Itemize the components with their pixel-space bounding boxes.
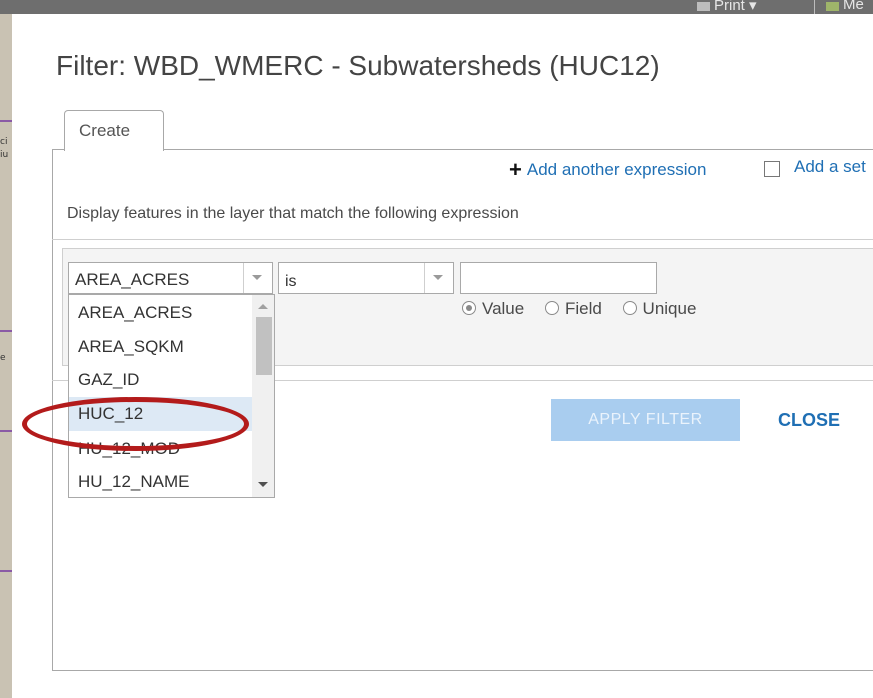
radio-unique[interactable]: Unique [622,299,697,319]
radio-value[interactable]: Value [462,299,524,319]
field-dropdown-list: AREA_ACRES AREA_SQKM GAZ_ID HUC_12 HU_12… [68,294,275,498]
map-label-fragment: e [0,353,6,363]
dropdown-option[interactable]: GAZ_ID [69,363,253,397]
print-menu[interactable]: Print ▾ [714,0,757,14]
add-expression-label: Add another expression [526,160,707,179]
apply-filter-button[interactable]: APPLY FILTER [551,399,740,441]
map-background: ci iu e [0,0,12,698]
dropdown-option[interactable]: HU_12_MOD [69,432,253,466]
add-set-label: Add a set [794,157,866,176]
scroll-up-icon[interactable] [258,304,268,309]
radio-unchecked-icon [622,301,637,315]
add-set-checkbox[interactable] [764,161,780,177]
tab-create[interactable]: Create [64,110,164,151]
measure-icon[interactable] [826,2,839,11]
field-select-value: AREA_ACRES [75,270,190,289]
map-boundary-line [0,330,12,332]
measure-menu[interactable]: Me [843,0,864,13]
map-label-fragment: ci [0,137,8,147]
printer-icon[interactable] [697,2,710,11]
add-expression-link[interactable]: + Add another expression [509,157,706,183]
chevron-down-icon [433,275,443,280]
map-label-fragment: iu [0,150,9,160]
radio-field[interactable]: Field [544,299,602,319]
divider [52,239,873,240]
field-select-caret[interactable] [243,263,272,293]
map-boundary-line [0,120,12,122]
filter-dialog: Filter: WBD_WMERC - Subwatersheds (HUC12… [12,14,873,698]
value-type-radios: Value Field Unique [462,299,712,319]
field-select[interactable]: AREA_ACRES [68,262,273,294]
scrollbar-thumb[interactable] [256,317,272,375]
operator-select-value: is [285,273,297,290]
dropdown-option-highlighted[interactable]: HUC_12 [69,397,253,431]
app-toolbar: Print ▾ Me [0,0,873,14]
operator-select-caret[interactable] [424,263,453,293]
chevron-down-icon [252,275,262,280]
radio-unique-label: Unique [642,299,697,318]
value-input[interactable] [460,262,657,294]
dropdown-option[interactable]: AREA_ACRES [69,296,253,330]
close-button[interactable]: CLOSE [778,410,840,431]
dropdown-option[interactable]: AREA_SQKM [69,330,253,364]
scroll-down-icon[interactable] [258,482,268,487]
radio-unchecked-icon [544,301,559,315]
map-boundary-line [0,430,12,432]
instruction-text: Display features in the layer that match… [67,205,519,222]
dropdown-option[interactable]: HU_12_NAME [69,465,253,497]
radio-checked-icon [462,301,476,315]
dialog-title: Filter: WBD_WMERC - Subwatersheds (HUC12… [56,50,660,81]
operator-select[interactable]: is [278,262,454,294]
dropdown-scrollbar[interactable] [252,295,274,497]
map-boundary-line [0,570,12,572]
toolbar-divider [814,0,815,14]
radio-value-label: Value [482,299,525,318]
plus-icon: + [509,157,522,182]
radio-field-label: Field [564,299,602,318]
